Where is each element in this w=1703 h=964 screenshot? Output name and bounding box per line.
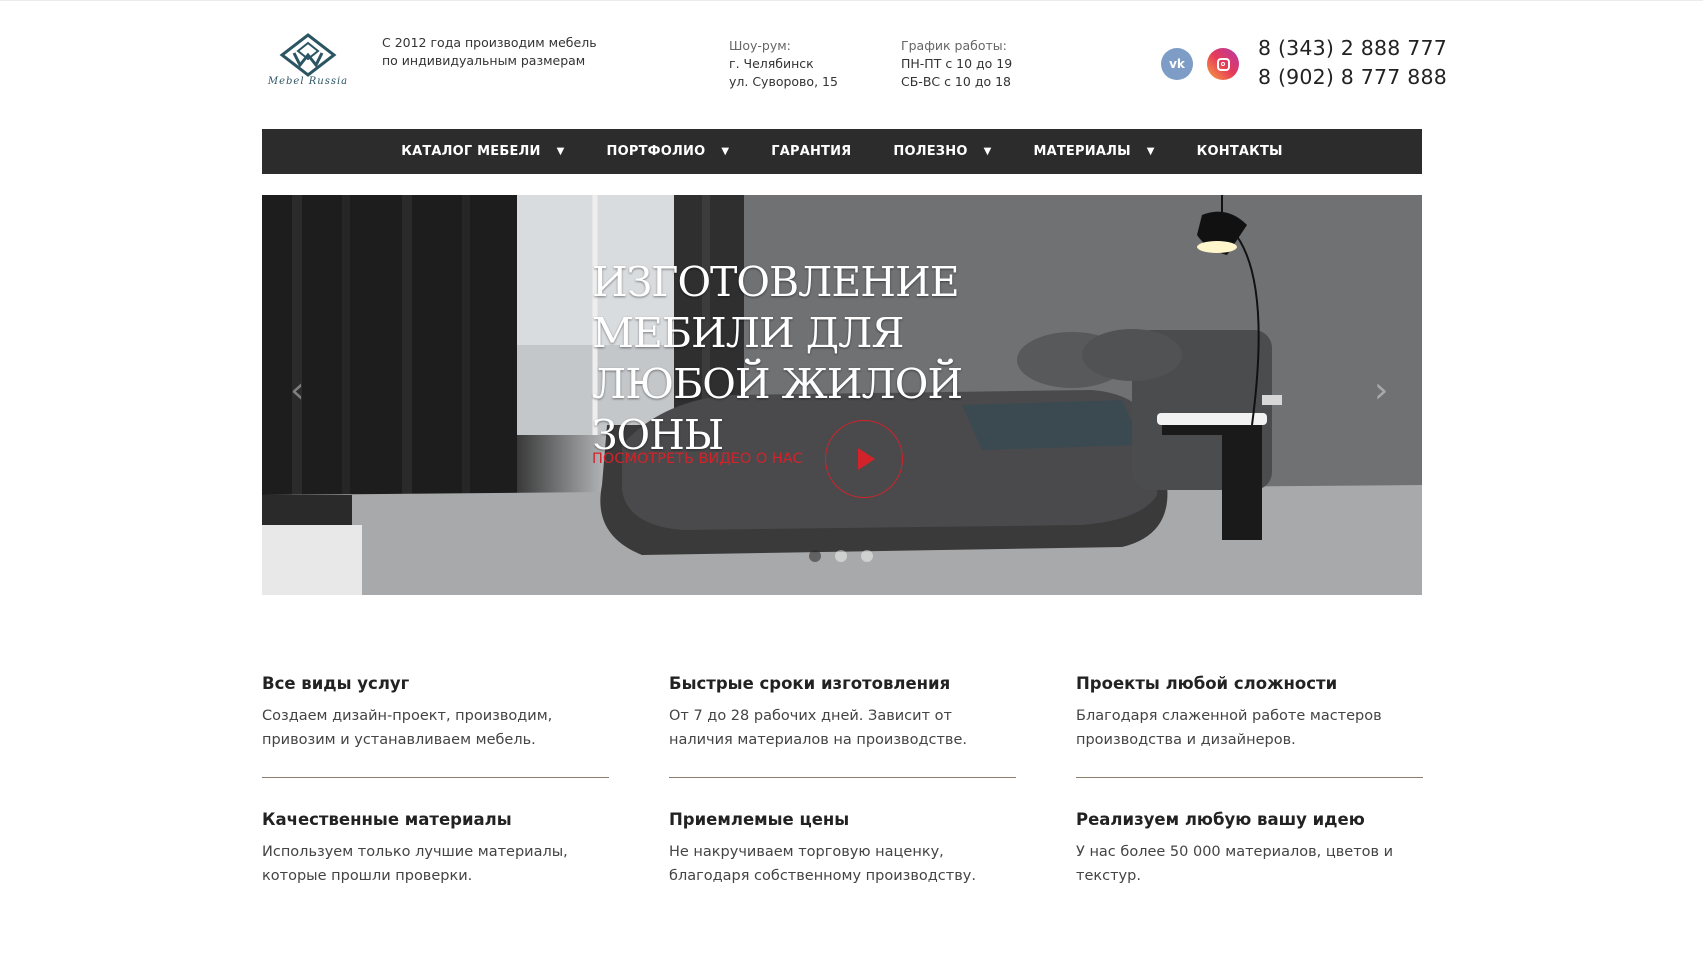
feature-title: Приемлемые цены xyxy=(669,810,850,829)
nav-item-useful[interactable]: ПОЛЕЗНО ▼ xyxy=(872,129,1012,174)
work-hours: График работы: ПН-ПТ с 10 до 19 СБ-ВС с … xyxy=(901,37,1012,91)
nav-item-catalog[interactable]: КАТАЛОГ МЕБЕЛИ ▼ xyxy=(380,129,585,174)
main-nav: КАТАЛОГ МЕБЕЛИ ▼ ПОРТФОЛИО ▼ ГАРАНТИЯ ПО… xyxy=(262,129,1422,174)
vk-icon: vk xyxy=(1169,57,1185,71)
feature-text: Используем только лучшие материалы, кото… xyxy=(262,844,568,884)
feature-text: У нас более 50 000 материалов, цветов и … xyxy=(1076,844,1394,884)
hours-label: График работы: xyxy=(901,38,1007,53)
feature-card: Проекты любой сложности Благодаря слажен… xyxy=(1076,674,1422,752)
play-button[interactable] xyxy=(825,420,903,498)
phone-secondary[interactable]: 8 (902) 8 777 888 xyxy=(1258,65,1447,89)
hours-weekend: СБ-ВС с 10 до 18 xyxy=(901,74,1011,89)
feature-title: Быстрые сроки изготовления xyxy=(669,674,951,693)
feature-divider xyxy=(262,777,609,778)
showroom-address: ул. Суворово, 15 xyxy=(729,74,838,89)
feature-title: Реализуем любую вашу идею xyxy=(1076,810,1365,829)
logo-text: Mebel Russia xyxy=(267,76,349,87)
nav-item-label: КОНТАКТЫ xyxy=(1196,144,1283,159)
feature-card: Быстрые сроки изготовления От 7 до 28 ра… xyxy=(669,674,1015,752)
nav-item-warranty[interactable]: ГАРАНТИЯ xyxy=(750,129,872,174)
vk-link[interactable]: vk xyxy=(1161,48,1193,80)
feature-card: Качественные материалы Используем только… xyxy=(262,810,608,888)
nav-item-label: ПОРТФОЛИО xyxy=(606,144,706,159)
instagram-icon xyxy=(1216,57,1230,71)
top-border xyxy=(0,0,1703,1)
feature-card: Все виды услуг Создаем дизайн-проект, пр… xyxy=(262,674,608,752)
feature-title: Проекты любой сложности xyxy=(1076,674,1338,693)
tagline: С 2012 года производим мебель по индивид… xyxy=(382,35,597,68)
dropdown-arrow-icon: ▼ xyxy=(556,146,565,157)
nav-item-portfolio[interactable]: ПОРТФОЛИО ▼ xyxy=(586,129,751,174)
watch-video-link[interactable]: Посмотреть видео о нас xyxy=(592,451,803,467)
feature-text: Благодаря слаженной работе мастеров прои… xyxy=(1076,708,1382,748)
dropdown-arrow-icon: ▼ xyxy=(1146,146,1155,157)
feature-title: Качественные материалы xyxy=(262,810,512,829)
showroom-info: Шоу-рум: г. Челябинск ул. Суворово, 15 xyxy=(729,37,838,91)
slider-prev-arrow[interactable]: ‹ xyxy=(290,370,304,411)
feature-text: Не накручиваем торговую наценку, благода… xyxy=(669,844,976,884)
hours-weekdays: ПН-ПТ с 10 до 19 xyxy=(901,56,1013,71)
slider-next-arrow[interactable]: › xyxy=(1374,370,1388,411)
dropdown-arrow-icon: ▼ xyxy=(721,146,730,157)
nav-item-label: МАТЕРИАЛЫ xyxy=(1033,144,1131,159)
feature-card: Приемлемые цены Не накручиваем торговую … xyxy=(669,810,1015,888)
slider-dot[interactable] xyxy=(809,550,821,562)
hero-slider: Изготовление мебили для любой жилой зоны… xyxy=(262,195,1422,595)
slider-dot[interactable] xyxy=(861,550,873,562)
showroom-label: Шоу-рум: xyxy=(729,38,791,53)
showroom-city: г. Челябинск xyxy=(729,56,814,71)
feature-card: Реализуем любую вашу идею У нас более 50… xyxy=(1076,810,1422,888)
slider-dot[interactable] xyxy=(835,550,847,562)
feature-divider xyxy=(669,777,1016,778)
nav-item-label: КАТАЛОГ МЕБЕЛИ xyxy=(401,144,541,159)
feature-text: От 7 до 28 рабочих дней. Зависит от нали… xyxy=(669,708,967,748)
nav-item-label: ГАРАНТИЯ xyxy=(771,144,852,159)
logo-icon xyxy=(279,33,337,77)
nav-item-materials[interactable]: МАТЕРИАЛЫ ▼ xyxy=(1012,129,1175,174)
feature-text: Создаем дизайн-проект, производим, приво… xyxy=(262,708,553,748)
feature-title: Все виды услуг xyxy=(262,674,410,693)
nav-item-contacts[interactable]: КОНТАКТЫ xyxy=(1176,129,1304,174)
feature-divider xyxy=(1076,777,1423,778)
phone-primary[interactable]: 8 (343) 2 888 777 xyxy=(1258,36,1447,60)
instagram-link[interactable] xyxy=(1207,48,1239,80)
slider-dots xyxy=(809,550,873,562)
nav-item-label: ПОЛЕЗНО xyxy=(893,144,968,159)
dropdown-arrow-icon: ▼ xyxy=(983,146,992,157)
hero-title: Изготовление мебили для любой жилой зоны xyxy=(592,258,963,459)
